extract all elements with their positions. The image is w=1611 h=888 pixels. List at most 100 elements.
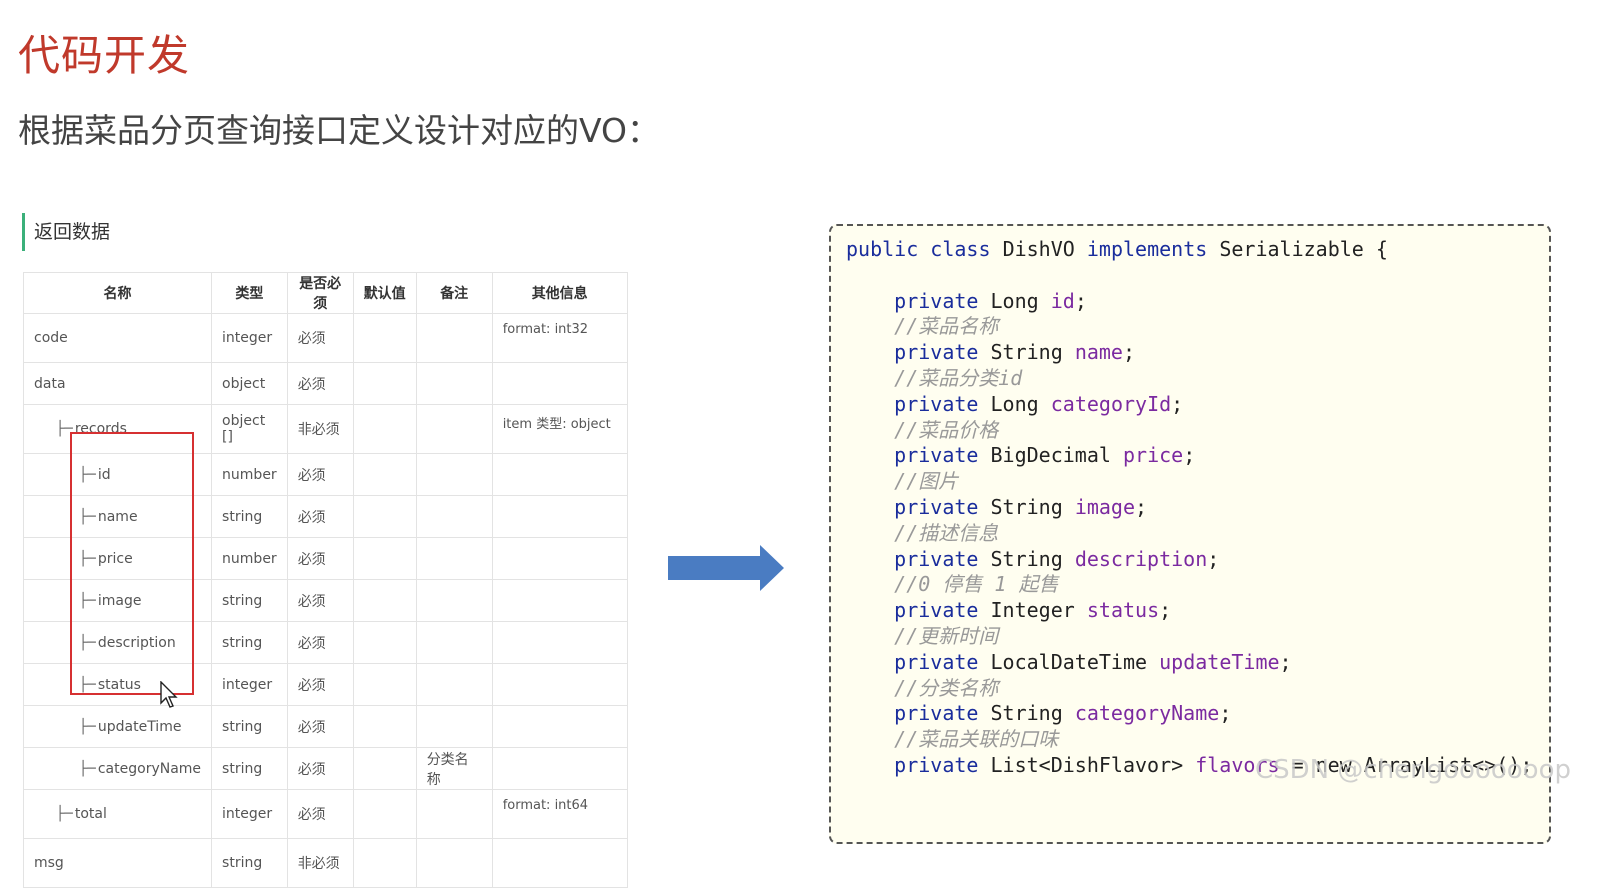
cell-note	[415, 663, 493, 706]
cell-type: string	[211, 838, 288, 888]
header-note: 备注	[415, 272, 493, 314]
code-line-class-decl: public class DishVO implements Serializa…	[846, 237, 1388, 261]
cell-note	[415, 495, 493, 538]
cell-note	[415, 579, 493, 622]
code-line-field: private Long id;	[894, 288, 1087, 313]
code-comment: //描述信息	[894, 520, 999, 545]
code-comment: //更新时间	[894, 623, 999, 648]
header-name: 名称	[22, 272, 213, 314]
code-comment: //菜品名称	[894, 314, 999, 339]
cell-required: 必须	[286, 495, 354, 538]
cell-info	[491, 495, 628, 538]
code-line-field: private String categoryName;	[894, 701, 1232, 726]
field-name: total	[74, 806, 107, 822]
cell-info	[491, 838, 628, 888]
cell-type: string	[211, 747, 288, 790]
section-heading: 返回数据	[22, 213, 110, 251]
code-line-field: private String image;	[894, 494, 1148, 519]
cell-default	[352, 621, 417, 664]
cell-default	[352, 313, 417, 363]
cell-note	[415, 537, 493, 580]
cell-default	[352, 747, 417, 790]
code-line-field: private String description;	[894, 546, 1220, 571]
cell-type: string	[211, 495, 288, 538]
cell-required: 必须	[286, 747, 354, 790]
code-comment: //0 停售 1 起售	[894, 572, 1059, 597]
cell-default	[352, 838, 417, 888]
table-row: ├─ total integer 必须 format: int64	[22, 789, 628, 839]
table-row: code integer 必须 format: int32	[22, 313, 628, 363]
cell-type: number	[211, 453, 288, 496]
cell-default	[352, 404, 417, 454]
cell-note	[415, 621, 493, 664]
table-row: msg string 非必须	[22, 838, 628, 888]
cell-required: 必须	[286, 537, 354, 580]
cell-default	[352, 705, 417, 748]
cell-default	[352, 663, 417, 706]
cell-type: number	[211, 537, 288, 580]
cell-note	[415, 453, 493, 496]
cell-type: string	[211, 705, 288, 748]
cell-required: 必须	[286, 663, 354, 706]
cell-type: string	[211, 579, 288, 622]
cell-info: format: int64	[491, 789, 628, 839]
cell-type: object	[211, 362, 288, 405]
cell-required: 必须	[286, 362, 354, 405]
cell-required: 非必须	[286, 404, 354, 454]
cell-default	[352, 362, 417, 405]
code-comment: //分类名称	[894, 675, 999, 700]
cell-note	[415, 362, 493, 405]
cell-note	[415, 838, 493, 888]
header-info: 其他信息	[491, 272, 628, 314]
cell-name: msg	[22, 838, 213, 888]
cell-name: code	[22, 313, 213, 363]
cell-info	[491, 537, 628, 580]
cell-note	[415, 705, 493, 748]
table-row: ├─ updateTime string 必须	[22, 705, 628, 748]
table-row: ├─ categoryName string 必须 分类名称	[22, 747, 628, 790]
cell-default	[352, 789, 417, 839]
code-comment: //图片	[894, 469, 959, 494]
cell-required: 必须	[286, 453, 354, 496]
cell-name: ├─ updateTime	[22, 705, 213, 748]
header-type: 类型	[211, 272, 288, 314]
code-line-field: private LocalDateTime updateTime;	[894, 649, 1292, 674]
cell-info	[491, 663, 628, 706]
cell-required: 必须	[286, 313, 354, 363]
field-name: updateTime	[97, 718, 182, 735]
tree-branch-icon: ├─	[79, 760, 96, 777]
cell-required: 必须	[286, 789, 354, 839]
cell-info	[491, 579, 628, 622]
highlight-box	[70, 432, 194, 695]
cell-info	[491, 747, 628, 790]
cell-required: 必须	[286, 579, 354, 622]
cell-default	[352, 579, 417, 622]
cell-type: integer	[211, 789, 288, 839]
cell-type: integer	[211, 313, 288, 363]
code-comment: //菜品关联的口味	[894, 727, 1059, 752]
cell-default	[352, 495, 417, 538]
code-line-field: private BigDecimal price;	[894, 443, 1196, 468]
field-name: categoryName	[97, 760, 202, 777]
cell-name: ├─ categoryName	[22, 747, 213, 790]
code-line-field: private Integer status;	[894, 598, 1172, 623]
code-comment: //菜品价格	[894, 417, 999, 442]
watermark: CSDN @chengooooooop	[1255, 755, 1571, 785]
mouse-pointer-icon	[160, 681, 178, 708]
table-header-row: 名称 类型 是否必须 默认值 备注 其他信息	[22, 272, 628, 314]
cell-type: integer	[211, 663, 288, 706]
cell-required: 非必须	[286, 838, 354, 888]
tree-branch-icon: ├─	[79, 718, 96, 735]
cell-info	[491, 621, 628, 664]
tree-branch-icon: ├─	[56, 806, 73, 822]
cell-note	[415, 789, 493, 839]
cell-default	[352, 453, 417, 496]
header-default: 默认值	[352, 272, 417, 314]
code-line-field: private String name;	[894, 340, 1136, 365]
cell-info: format: int32	[491, 313, 628, 363]
cell-info: item 类型: object	[491, 404, 628, 454]
slide-title: 代码开发	[18, 31, 191, 80]
code-comment: //菜品分类id	[894, 365, 1023, 390]
right-arrow-icon	[668, 545, 784, 591]
